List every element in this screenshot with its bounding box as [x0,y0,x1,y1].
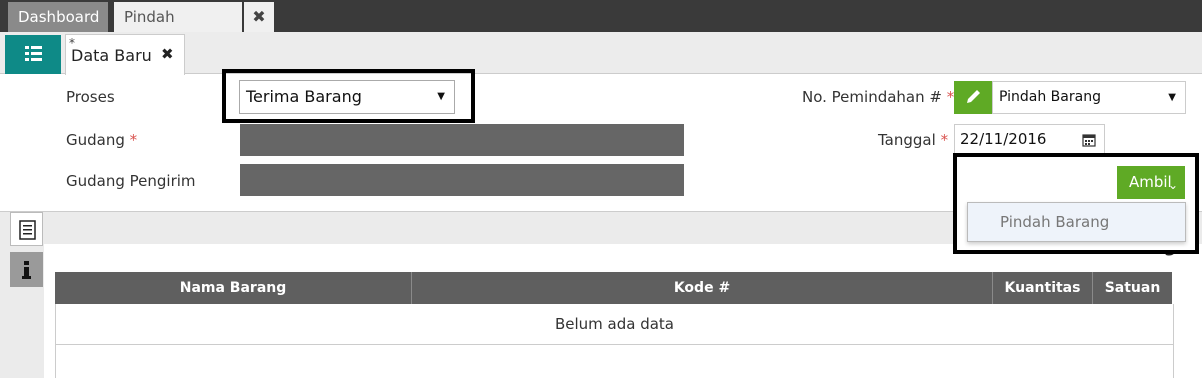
proses-value: Terima Barang [246,87,362,106]
calendar-icon[interactable] [1082,133,1096,147]
info-icon [22,261,31,279]
column-nama-barang[interactable]: Nama Barang [55,272,412,304]
empty-table-message: Belum ada data [55,304,1174,345]
tanggal-label: Tanggal * [878,131,949,149]
tanggal-value: 22/11/2016 [960,130,1047,148]
gudang-field[interactable] [240,124,684,156]
no-pemindahan-value: Pindah Barang [999,89,1101,105]
list-icon [25,46,42,61]
tab-pindah-barang[interactable]: Pindah Barang [114,2,242,56]
column-satuan[interactable]: Satuan [1093,272,1172,304]
close-subtab-button[interactable]: ✖ [161,45,174,63]
proses-label: Proses [66,88,115,106]
column-kode[interactable]: Kode # [412,272,993,304]
column-kuantitas[interactable]: Kuantitas [993,272,1093,304]
no-pemindahan-label: No. Pemindahan # * [802,88,955,106]
document-icon [19,220,36,240]
highlight-frame [953,153,1199,254]
proses-select[interactable]: Terima Barang ▼ [239,80,455,114]
tab-dashboard[interactable]: Dashboard [8,2,108,32]
gudang-pengirim-field[interactable] [240,164,684,196]
table-header: Nama Barang Kode # Kuantitas Satuan [55,272,1172,304]
no-pemindahan-select[interactable]: Pindah Barang ▼ [992,81,1186,114]
side-tab-detail[interactable] [10,212,43,246]
side-tab-info[interactable] [10,252,43,287]
tab-data-baru-label: Data Baru [71,46,152,65]
close-tab-button[interactable]: ✖ [244,2,274,32]
caret-down-icon: ▼ [1168,92,1176,103]
gudang-pengirim-label: Gudang Pengirim [66,172,196,190]
tanggal-input[interactable]: 22/11/2016 [954,124,1105,155]
edit-number-button[interactable] [954,81,992,114]
caret-down-icon: ▼ [437,91,445,102]
gudang-label: Gudang * [66,131,138,149]
list-menu-button[interactable] [5,35,61,74]
pencil-icon [967,90,980,103]
